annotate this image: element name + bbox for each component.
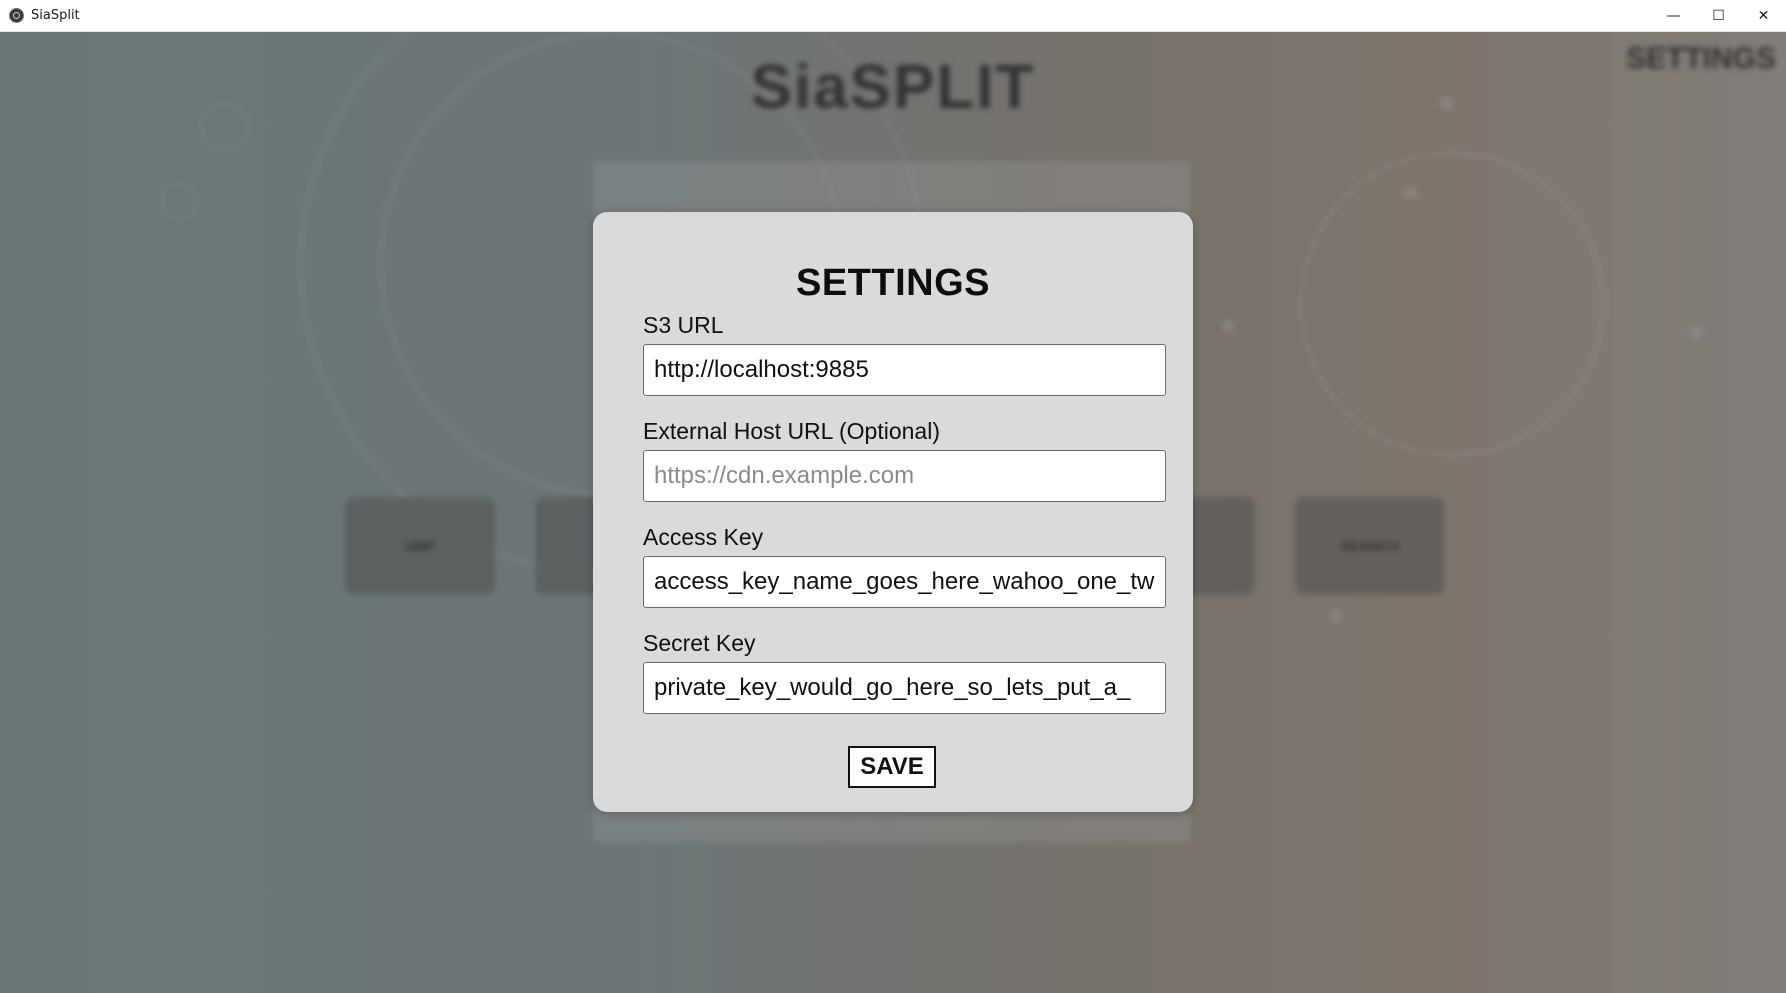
title-bar: SiaSplit — ☐ ✕ [0,0,1786,32]
secret-key-input[interactable] [643,662,1166,714]
maximize-icon: ☐ [1712,7,1725,24]
minimize-button[interactable]: — [1651,0,1696,31]
close-icon: ✕ [1757,7,1770,24]
window-controls: — ☐ ✕ [1651,0,1786,31]
s3-url-label: S3 URL [643,312,724,338]
save-button[interactable]: SAVE [848,746,936,788]
external-host-url-input[interactable] [643,450,1166,502]
s3-url-input[interactable] [643,344,1166,396]
app-window: SiaSplit — ☐ ✕ SiaSPLIT [0,0,1786,993]
maximize-button[interactable]: ☐ [1696,0,1741,31]
app-content: SiaSPLIT SETTINGS UNP SEARCH SETTINGS S3… [0,32,1786,993]
secret-key-label: Secret Key [643,630,756,656]
settings-modal: SETTINGS S3 URL External Host URL (Optio… [593,212,1193,812]
access-key-input[interactable] [643,556,1166,608]
app-logo-icon [9,8,24,23]
external-host-url-label: External Host URL (Optional) [643,418,940,444]
minimize-icon: — [1666,7,1681,24]
modal-title: SETTINGS [795,262,991,304]
close-window-button[interactable]: ✕ [1741,0,1786,31]
access-key-label: Access Key [643,524,764,550]
window-title: SiaSplit [31,8,80,23]
